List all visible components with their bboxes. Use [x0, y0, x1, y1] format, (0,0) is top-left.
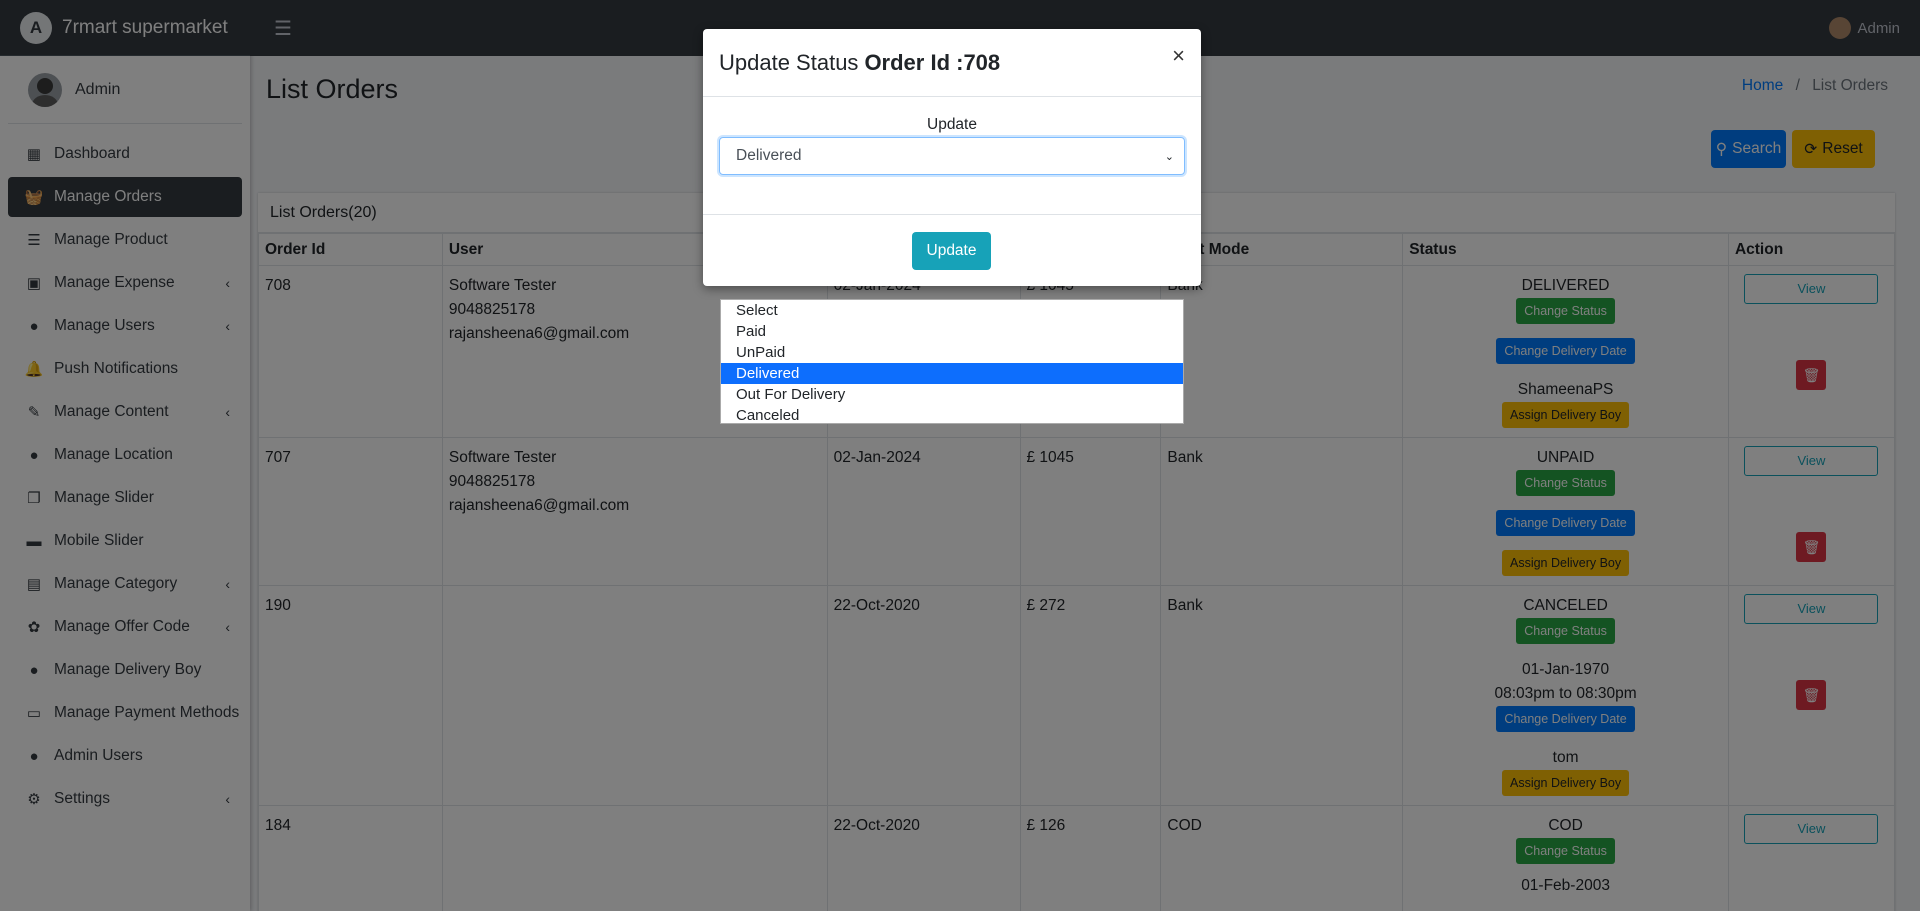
- modal-body: Update Delivered ⌄: [703, 97, 1201, 215]
- update-label: Update: [927, 116, 977, 133]
- update-button[interactable]: Update: [912, 232, 991, 270]
- option-delivered[interactable]: Delivered: [721, 363, 1183, 384]
- option-out-for-delivery[interactable]: Out For Delivery: [721, 384, 1183, 405]
- option-unpaid[interactable]: UnPaid: [721, 342, 1183, 363]
- close-icon[interactable]: ×: [1172, 43, 1185, 69]
- status-select-value: Delivered: [736, 147, 802, 164]
- update-status-modal: Update Status Order Id :708 × Update Del…: [703, 29, 1201, 286]
- status-dropdown-list: Select Paid UnPaid Delivered Out For Del…: [720, 299, 1184, 424]
- option-select[interactable]: Select: [721, 300, 1183, 321]
- modal-header: Update Status Order Id :708 ×: [703, 29, 1201, 97]
- option-paid[interactable]: Paid: [721, 321, 1183, 342]
- modal-order-id: Order Id :708: [864, 49, 1001, 75]
- option-canceled[interactable]: Canceled: [721, 405, 1183, 426]
- modal-title: Update Status: [719, 49, 859, 75]
- status-select[interactable]: Delivered ⌄: [719, 137, 1185, 175]
- chevron-down-icon: ⌄: [1164, 150, 1174, 163]
